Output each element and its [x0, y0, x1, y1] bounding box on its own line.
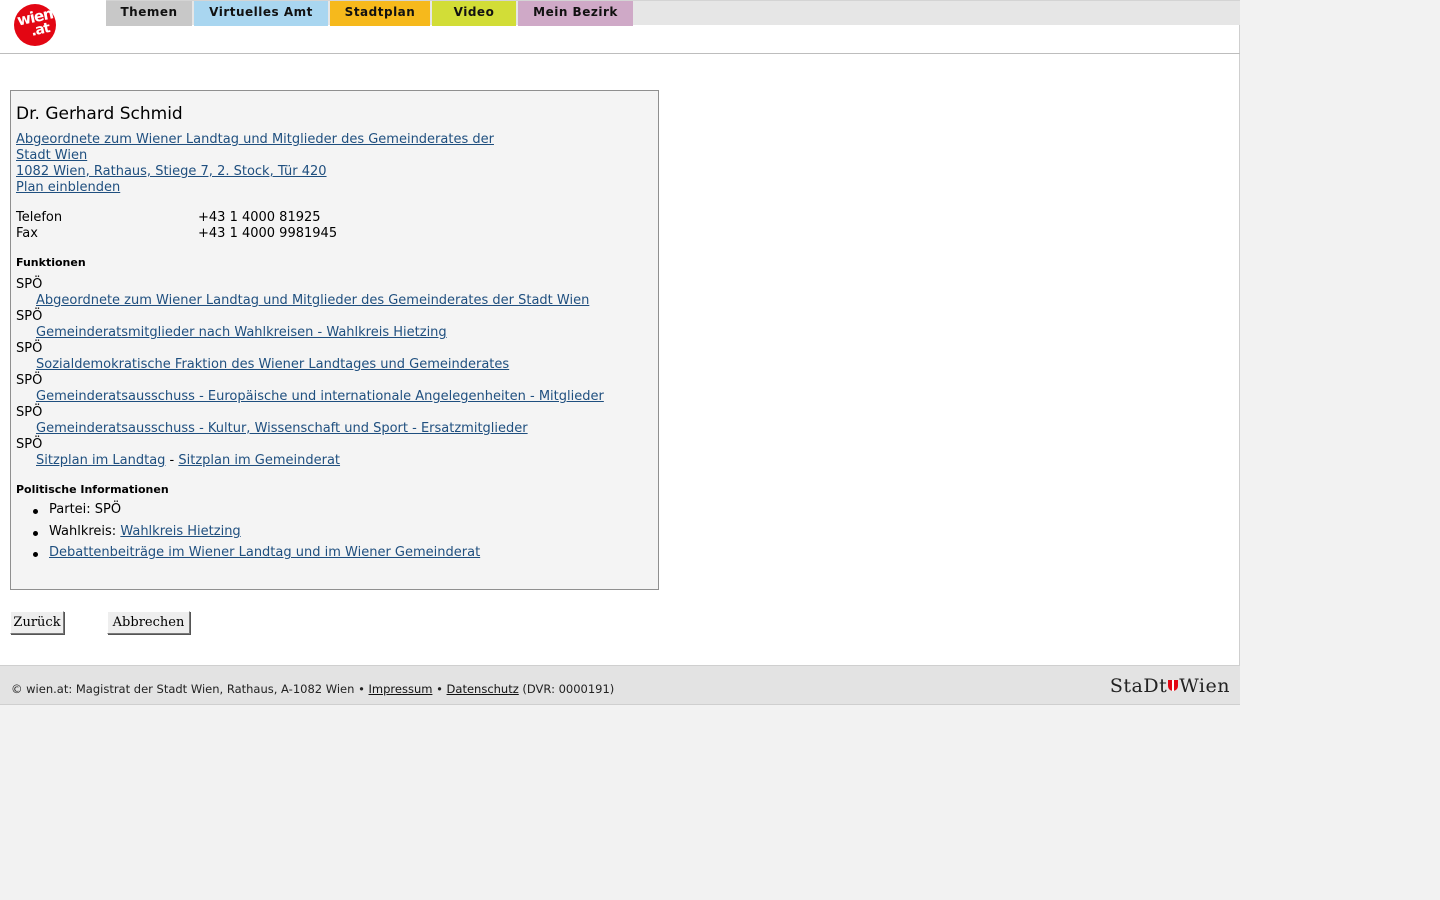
function-party: SPÖ: [16, 277, 43, 292]
nav-tab-video[interactable]: Video: [432, 1, 516, 26]
nav-tab-virtuelles-amt[interactable]: Virtuelles Amt: [194, 1, 328, 26]
district-label: Wahlkreis:: [49, 524, 121, 539]
page: wien .at Themen Virtuelles Amt Stadtplan…: [0, 0, 1240, 705]
header: wien .at Themen Virtuelles Amt Stadtplan…: [0, 0, 1240, 54]
wien-at-logo[interactable]: wien .at: [14, 4, 56, 46]
function-link-landtag-gemeinderat[interactable]: Abgeordnete zum Wiener Landtag und Mitgl…: [36, 293, 589, 308]
person-name: Dr. Gerhard Schmid: [16, 104, 183, 124]
function-party: SPÖ: [16, 373, 43, 388]
bullet-icon: [33, 509, 38, 514]
political-info-heading: Politische Informationen: [16, 483, 169, 496]
nav-tab-stadtplan[interactable]: Stadtplan: [330, 1, 430, 26]
function-link-ausschuss-kultur[interactable]: Gemeinderatsausschuss - Kultur, Wissensc…: [36, 421, 528, 436]
function-link-ausschuss-europa[interactable]: Gemeinderatsausschuss - Europäische und …: [36, 389, 604, 404]
copyright-text: © wien.at: Magistrat der Stadt Wien, Rat…: [11, 682, 369, 696]
function-party: SPÖ: [16, 341, 43, 356]
footer: © wien.at: Magistrat der Stadt Wien, Rat…: [0, 665, 1240, 705]
separator: -: [165, 453, 179, 468]
district-link[interactable]: Wahlkreis Hietzing: [120, 524, 240, 539]
footer-text: © wien.at: Magistrat der Stadt Wien, Rat…: [11, 682, 614, 696]
seating-plan-landtag-link[interactable]: Sitzplan im Landtag: [36, 453, 165, 468]
back-button[interactable]: Zurück: [10, 611, 64, 634]
stadt-wien-logo-right: Wien: [1179, 675, 1230, 697]
wien-shield-icon: [1168, 680, 1179, 691]
party-label: Partei:: [49, 502, 95, 517]
nav-tab-themen[interactable]: Themen: [106, 1, 192, 26]
organization-link-line2[interactable]: Stadt Wien: [16, 148, 87, 163]
function-link-sozialdemokratische-fraktion[interactable]: Sozialdemokratische Fraktion des Wiener …: [36, 357, 509, 372]
party-value: SPÖ: [94, 502, 122, 517]
debates-link[interactable]: Debattenbeiträge im Wiener Landtag und i…: [49, 545, 480, 560]
function-party: SPÖ: [16, 437, 43, 452]
function-party: SPÖ: [16, 405, 43, 420]
main-navigation: Themen Virtuelles Amt Stadtplan Video Me…: [106, 0, 1240, 26]
function-link-wahlkreis-hietzing[interactable]: Gemeinderatsmitglieder nach Wahlkreisen …: [36, 325, 447, 340]
party-info: Partei: SPÖ: [49, 502, 121, 517]
person-detail-box: Dr. Gerhard Schmid Abgeordnete zum Wiene…: [10, 90, 659, 590]
function-party: SPÖ: [16, 309, 43, 324]
seating-plan-gemeinderat-link[interactable]: Sitzplan im Gemeinderat: [178, 453, 340, 468]
district-info: Wahlkreis: Wahlkreis Hietzing: [49, 524, 241, 539]
phone-value: +43 1 4000 81925: [198, 210, 321, 225]
fax-label: Fax: [16, 226, 38, 241]
fax-value: +43 1 4000 9981945: [198, 226, 338, 241]
show-map-link[interactable]: Plan einblenden: [16, 180, 120, 195]
address-link[interactable]: 1082 Wien, Rathaus, Stiege 7, 2. Stock, …: [16, 164, 327, 179]
dvr-text: (DVR: 0000191): [518, 682, 615, 696]
stadt-wien-logo[interactable]: StaDt Wien: [1110, 675, 1230, 697]
logo-text-at: .at: [29, 20, 51, 40]
bullet-icon: [33, 552, 38, 557]
nav-tab-mein-bezirk[interactable]: Mein Bezirk: [518, 1, 633, 26]
bullet-icon: [33, 531, 38, 536]
phone-label: Telefon: [16, 210, 63, 225]
functions-heading: Funktionen: [16, 256, 86, 269]
cancel-button[interactable]: Abbrechen: [107, 611, 190, 634]
stadt-wien-logo-left: StaDt: [1109, 675, 1168, 697]
organization-link-line1[interactable]: Abgeordnete zum Wiener Landtag und Mitgl…: [16, 132, 494, 147]
datenschutz-link[interactable]: Datenschutz: [447, 682, 519, 696]
footer-separator: •: [432, 682, 447, 696]
impressum-link[interactable]: Impressum: [369, 682, 433, 696]
